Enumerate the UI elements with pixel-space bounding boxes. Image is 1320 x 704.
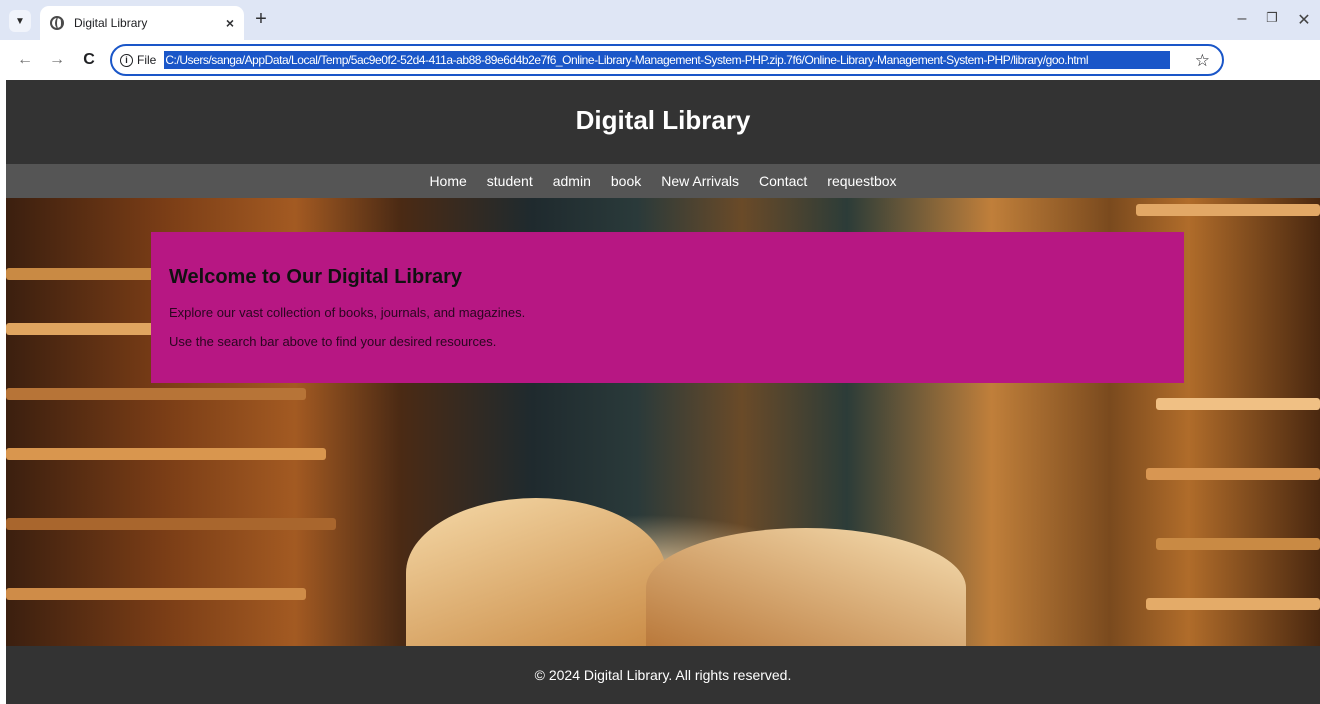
star-icon[interactable]: ☆	[1195, 51, 1210, 71]
site-title: Digital Library	[575, 104, 751, 135]
site-header: Digital Library	[6, 80, 1320, 164]
book-stack-left	[6, 518, 336, 530]
globe-icon	[50, 16, 64, 30]
close-icon[interactable]: ×	[226, 15, 234, 31]
tab-search-button[interactable]: ▼	[9, 10, 31, 32]
forward-icon[interactable]: →	[46, 49, 68, 71]
book-stack-left	[6, 388, 306, 400]
site-info-button[interactable]: i File	[120, 53, 156, 67]
back-icon[interactable]: ←	[14, 49, 36, 71]
nav-link-contact[interactable]: Contact	[759, 173, 807, 189]
browser-toolbar: ← → C i File C:/Users/sanga/AppData/Loca…	[0, 40, 1320, 107]
open-book-left-page	[406, 498, 666, 646]
book-stack-right	[1156, 398, 1320, 410]
welcome-text-line-1: Explore our vast collection of books, jo…	[169, 305, 526, 320]
open-book-right-page	[646, 528, 966, 646]
book-stack-right	[1146, 598, 1320, 610]
browser-tab[interactable]: Digital Library ×	[40, 6, 244, 40]
site-info-label: File	[137, 53, 157, 67]
hero-background-image: Welcome to Our Digital Library Explore o…	[6, 198, 1320, 646]
welcome-title: Welcome to Our Digital Library	[169, 266, 463, 288]
nav-link-book[interactable]: book	[611, 173, 641, 189]
new-tab-button[interactable]: +	[250, 8, 272, 30]
nav-link-home[interactable]: Home	[429, 173, 466, 189]
reload-icon[interactable]: C	[78, 49, 100, 71]
info-icon: i	[120, 53, 133, 67]
tab-title: Digital Library	[74, 16, 148, 30]
main-nav: Home student admin book New Arrivals Con…	[6, 164, 1320, 198]
tab-strip: ▼ Digital Library × + – ❐ ✕	[0, 0, 1320, 40]
minimize-icon[interactable]: –	[1232, 10, 1252, 28]
footer-copyright: © 2024 Digital Library. All rights reser…	[534, 667, 792, 683]
url-text[interactable]: C:/Users/sanga/AppData/Local/Temp/5ac9e0…	[164, 51, 1171, 69]
nav-link-requestbox[interactable]: requestbox	[827, 173, 896, 189]
welcome-panel: Welcome to Our Digital Library Explore o…	[151, 232, 1184, 383]
book-stack-right	[1136, 204, 1320, 216]
book-stack-right	[1146, 468, 1320, 480]
book-stack-left	[6, 448, 326, 460]
chevron-down-icon: ▼	[15, 15, 25, 27]
welcome-text-line-2: Use the search bar above to find your de…	[169, 334, 497, 349]
site-footer: © 2024 Digital Library. All rights reser…	[6, 646, 1320, 704]
web-page: Digital Library Home student admin book …	[6, 80, 1320, 704]
window-close-icon[interactable]: ✕	[1294, 10, 1314, 30]
nav-link-student[interactable]: student	[487, 173, 533, 189]
restore-icon[interactable]: ❐	[1262, 10, 1282, 26]
address-bar[interactable]: i File C:/Users/sanga/AppData/Local/Temp…	[110, 44, 1224, 76]
book-stack-left	[6, 588, 306, 600]
nav-link-new-arrivals[interactable]: New Arrivals	[661, 173, 739, 189]
book-stack-right	[1156, 538, 1320, 550]
nav-link-admin[interactable]: admin	[553, 173, 591, 189]
